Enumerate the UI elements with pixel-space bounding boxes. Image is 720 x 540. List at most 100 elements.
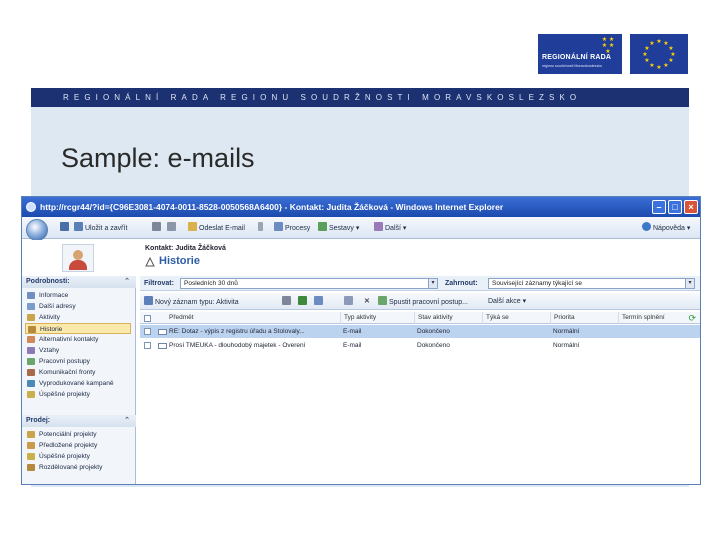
minimize-button[interactable]: – bbox=[652, 200, 666, 214]
queue-icon bbox=[27, 369, 35, 376]
project-icon bbox=[27, 453, 35, 460]
sidebar-item-successful-projects[interactable]: Úspěšné projekty bbox=[25, 451, 131, 462]
svg-text:★: ★ bbox=[668, 57, 673, 64]
svg-text:★: ★ bbox=[642, 51, 647, 58]
collapse-icon[interactable]: ⌃ bbox=[124, 276, 130, 288]
column-due-date[interactable]: Termín splnění bbox=[618, 312, 688, 324]
column-activity-status[interactable]: Stav aktivity bbox=[414, 312, 482, 324]
assign-icon[interactable] bbox=[314, 296, 325, 307]
eu-flag-logo: ★ ★ ★ ★ ★ ★ ★ ★ ★ ★ ★ ★ bbox=[630, 34, 688, 74]
page-heading: Historie bbox=[159, 255, 200, 267]
new-activity-button[interactable]: Nový záznam typu: Aktivita bbox=[144, 296, 239, 307]
window-titlebar[interactable]: http://rcgr44/?id={C96E3081-4074-0011-85… bbox=[22, 197, 700, 217]
table-row[interactable]: RE: Dotaz - výpis z registru úřadu a Sto… bbox=[140, 325, 700, 338]
sidebar-item-info[interactable]: Informace bbox=[25, 290, 131, 301]
include-select[interactable]: Související záznamy týkající se ▾ bbox=[488, 278, 695, 289]
window-title: http://rcgr44/?id={C96E3081-4074-0011-85… bbox=[40, 202, 504, 212]
filter-label: Filtrovat: bbox=[144, 280, 174, 287]
sidebar-item-addresses[interactable]: Další adresy bbox=[25, 301, 131, 312]
select-all-checkbox[interactable] bbox=[144, 315, 151, 322]
address-icon bbox=[27, 303, 35, 310]
activity-icon bbox=[27, 314, 35, 321]
column-regarding[interactable]: Týká se bbox=[482, 312, 550, 324]
svg-text:★: ★ bbox=[649, 62, 654, 69]
table-row[interactable]: Prosí TMEUKA - dlouhodobý majetek - Over… bbox=[140, 339, 700, 352]
row-subject[interactable]: RE: Dotaz - výpis z registru úřadu a Sto… bbox=[166, 325, 338, 338]
sidebar-item-potential-projects[interactable]: Potenciální projekty bbox=[25, 429, 131, 440]
slide-title: Sample: e-mails bbox=[61, 143, 255, 173]
column-subject[interactable]: Předmět bbox=[166, 312, 340, 324]
sidebar-item-queues[interactable]: Komunikační fronty bbox=[25, 367, 131, 378]
chevron-down-icon: ▾ bbox=[428, 279, 437, 288]
refresh-icon[interactable]: ⟳ bbox=[688, 313, 696, 323]
sidebar-item-success-projects[interactable]: Úspěšné projekty bbox=[25, 389, 131, 400]
help-icon bbox=[642, 222, 651, 231]
sidebar-item-submitted-projects[interactable]: Předložené projekty bbox=[25, 440, 131, 451]
sidebar-item-workflows[interactable]: Pracovní postupy bbox=[25, 356, 131, 367]
row-priority: Normální bbox=[553, 328, 580, 335]
sidebar-item-activities[interactable]: Aktivity bbox=[25, 312, 131, 323]
contact-icon bbox=[27, 336, 35, 343]
row-status: Dokončeno bbox=[417, 328, 450, 335]
send-email-button[interactable]: Odeslat E-mail bbox=[188, 222, 245, 234]
more-icon bbox=[374, 222, 383, 231]
row-status: Dokončeno bbox=[417, 342, 450, 349]
process-button[interactable]: Procesy bbox=[274, 222, 310, 234]
filter-select[interactable]: Posledních 30 dnů ▾ bbox=[180, 278, 438, 289]
process-icon bbox=[274, 222, 283, 231]
sidebar-item-alt-contacts[interactable]: Alternativní kontakty bbox=[25, 334, 131, 345]
details-section-header[interactable]: Podrobnosti: ⌃ bbox=[22, 276, 136, 288]
svg-text:★: ★ bbox=[656, 38, 661, 45]
grid-column-headers: Předmět Typ aktivity Stav aktivity Týká … bbox=[140, 312, 700, 324]
svg-text:★: ★ bbox=[644, 57, 649, 64]
slide: ★ ★ ★ ★ ★ REGIONÁLNÍ RADA regionu soudržno… bbox=[0, 0, 720, 540]
save-close-button[interactable]: Uložit a zavřít bbox=[74, 222, 127, 234]
export-excel-icon[interactable] bbox=[298, 296, 309, 307]
project-icon bbox=[27, 464, 35, 471]
sidebar-item-history[interactable]: Historie bbox=[25, 323, 131, 334]
sidebar-item-distributed-projects[interactable]: Rozdělované projekty bbox=[25, 462, 131, 473]
row-priority: Normální bbox=[553, 342, 580, 349]
header-band: REGIONÁLNÍ RADA REGIONU SOUDRŽNOSTI MORA… bbox=[31, 88, 689, 107]
history-icon bbox=[145, 257, 155, 267]
include-label: Zahrnout: bbox=[445, 280, 478, 287]
stars-icon: ★ ★ ★ ★ ★ bbox=[601, 37, 615, 55]
row-type: E-mail bbox=[343, 328, 362, 335]
more-actions-button[interactable]: Další akce ▾ bbox=[488, 296, 526, 307]
attachment-icon[interactable] bbox=[258, 222, 265, 234]
reports-button[interactable]: Sestavy ▾ bbox=[318, 222, 359, 234]
collapse-icon[interactable]: ⌃ bbox=[124, 415, 130, 427]
run-workflow-button[interactable]: Spustit pracovní postup... bbox=[378, 296, 468, 307]
share-icon[interactable] bbox=[344, 296, 355, 307]
relation-icon bbox=[27, 347, 35, 354]
close-button[interactable]: × bbox=[684, 200, 698, 214]
email-icon bbox=[188, 222, 197, 231]
row-checkbox[interactable] bbox=[144, 342, 151, 349]
record-header bbox=[22, 240, 700, 276]
row-subject[interactable]: Prosí TMEUKA - dlouhodobý majetek - Over… bbox=[166, 339, 338, 352]
eu-stars-icon: ★ ★★ ★★★ ★★★ ★★★ bbox=[642, 38, 675, 71]
workflow-icon bbox=[378, 296, 387, 305]
delete-icon[interactable]: ✕ bbox=[364, 296, 370, 307]
column-activity-type[interactable]: Typ aktivity bbox=[340, 312, 414, 324]
save-icon[interactable] bbox=[60, 222, 71, 234]
sidebar-item-relations[interactable]: Vztahy bbox=[25, 345, 131, 356]
more-button[interactable]: Další ▾ bbox=[374, 222, 406, 234]
help-button[interactable]: Nápověda ▾ bbox=[642, 222, 690, 234]
sales-section-header[interactable]: Prodej: ⌃ bbox=[22, 415, 136, 427]
reports-icon bbox=[318, 222, 327, 231]
maximize-button[interactable]: □ bbox=[668, 200, 682, 214]
column-priority[interactable]: Priorita bbox=[550, 312, 618, 324]
browser-window: http://rcgr44/?id={C96E3081-4074-0011-85… bbox=[21, 196, 701, 485]
sidebar: Podrobnosti: ⌃ Informace Další adresy Akt… bbox=[22, 276, 136, 484]
crm-orb-icon[interactable] bbox=[26, 219, 48, 241]
campaign-icon bbox=[27, 380, 35, 387]
project-icon bbox=[27, 431, 35, 438]
sidebar-item-campaigns[interactable]: Vyprodukované kampaně bbox=[25, 378, 131, 389]
print-icon[interactable] bbox=[152, 222, 163, 234]
crm-toolbar: Uložit a zavřít Odeslat E-mail Procesy S… bbox=[22, 217, 700, 241]
print-grid-icon[interactable] bbox=[282, 296, 293, 307]
attach-icon[interactable] bbox=[167, 222, 178, 234]
regional-council-logo: ★ ★ ★ ★ ★ REGIONÁLNÍ RADA regionu soudržno… bbox=[538, 34, 622, 74]
row-checkbox[interactable] bbox=[144, 328, 151, 335]
